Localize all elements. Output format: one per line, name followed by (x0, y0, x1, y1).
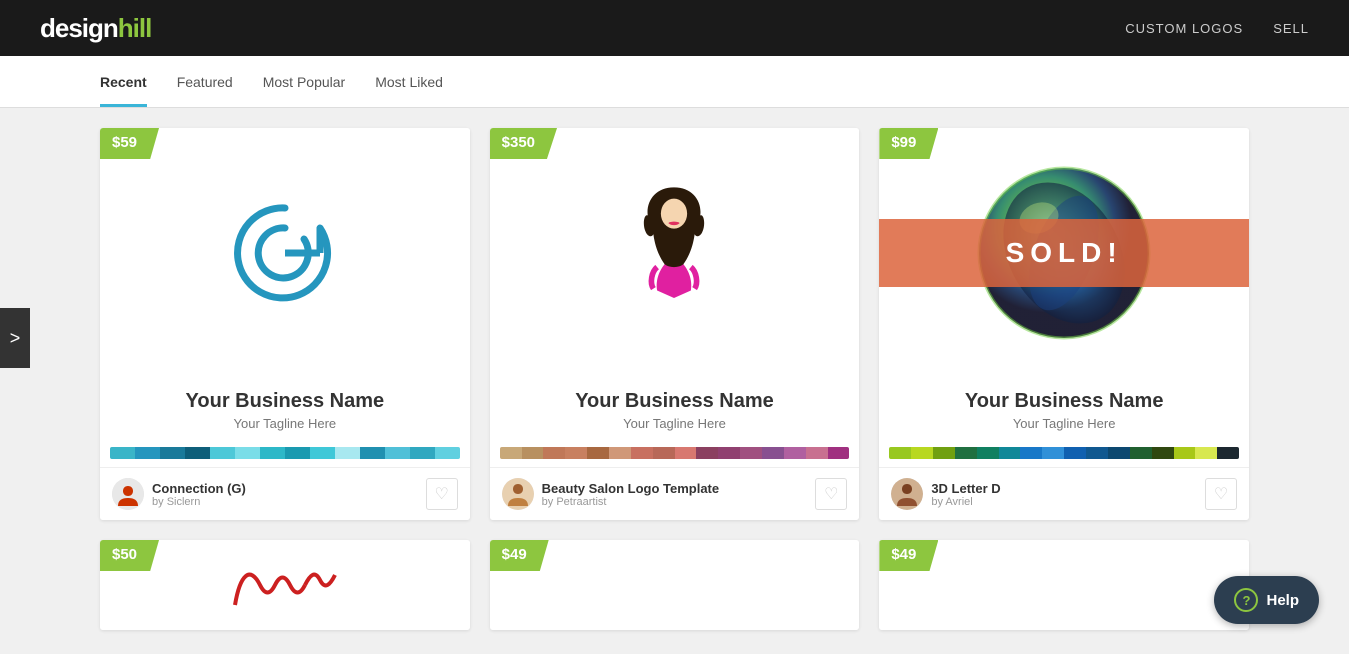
card-image-partial-1 (100, 540, 470, 630)
card-footer-3: 3D Letter D by Avriel ♡ (879, 467, 1249, 520)
business-tagline-3: Your Tagline Here (889, 416, 1239, 431)
header-nav: CUSTOM LOGOS SELL (1125, 21, 1309, 36)
business-tagline-2: Your Tagline Here (500, 416, 850, 431)
card-price-3: $99 (879, 128, 938, 159)
tabs: Recent Featured Most Popular Most Liked (100, 56, 1249, 107)
card-image-partial-3 (879, 540, 1249, 630)
cards-grid-partial: $50 $49 $49 (100, 540, 1249, 630)
card-connection-g: $59 Your Business Name Your Tagline Here (100, 128, 470, 520)
card-partial-1: $50 (100, 540, 470, 630)
business-tagline-1: Your Tagline Here (110, 416, 460, 431)
card-image-2 (490, 128, 860, 378)
beauty-salon-logo (624, 178, 724, 328)
help-icon: ? (1234, 588, 1258, 612)
color-palette-3 (889, 447, 1239, 459)
author-info-1: Connection (G) by Siclern (152, 481, 246, 508)
cards-grid: $59 Your Business Name Your Tagline Here (100, 128, 1249, 520)
card-price-partial-2: $49 (490, 540, 549, 571)
card-partial-2: $49 (490, 540, 860, 630)
nav-custom-logos[interactable]: CUSTOM LOGOS (1125, 21, 1243, 36)
card-price-1: $59 (100, 128, 159, 159)
sold-text: SOLD! (1006, 237, 1123, 268)
logo-title-1: Connection (G) (152, 481, 246, 496)
card-price-partial-1: $50 (100, 540, 159, 571)
color-palette-2 (500, 447, 850, 459)
heart-button-3[interactable]: ♡ (1205, 478, 1237, 510)
business-name-1: Your Business Name (110, 390, 460, 413)
partial-logo-1 (225, 555, 345, 615)
header: designhill CUSTOM LOGOS SELL (0, 0, 1349, 56)
connection-g-logo (225, 193, 345, 313)
logo-design-text: design (40, 13, 118, 44)
card-beauty-salon: $350 Your Business Name (490, 128, 860, 520)
tab-featured[interactable]: Featured (177, 56, 233, 107)
tab-recent[interactable]: Recent (100, 56, 147, 107)
help-button[interactable]: ? Help (1214, 576, 1319, 624)
card-image-1 (100, 128, 470, 378)
nav-sell[interactable]: SELL (1273, 21, 1309, 36)
logo[interactable]: designhill (40, 13, 151, 44)
card-footer-2: Beauty Salon Logo Template by Petraartis… (490, 467, 860, 520)
author-avatar-2 (502, 478, 534, 510)
card-3d-letter-d: $99 (879, 128, 1249, 520)
card-partial-3: $49 (879, 540, 1249, 630)
logo-author-1: by Siclern (152, 496, 246, 508)
author-avatar-3 (891, 478, 923, 510)
card-image-partial-2 (490, 540, 860, 630)
author-info-2: Beauty Salon Logo Template by Petraartis… (542, 481, 719, 508)
prev-arrow[interactable]: > (0, 308, 30, 368)
card-price-partial-3: $49 (879, 540, 938, 571)
logo-hill-text: hill (118, 13, 152, 44)
card-price-2: $350 (490, 128, 557, 159)
tabs-bar: Recent Featured Most Popular Most Liked (0, 56, 1349, 108)
card-image-3: SOLD! (879, 128, 1249, 378)
card-business-2: Your Business Name Your Tagline Here (490, 378, 860, 439)
card-author-1: Connection (G) by Siclern (112, 478, 246, 510)
card-business-3: Your Business Name Your Tagline Here (879, 378, 1249, 439)
logo-author-2: by Petraartist (542, 496, 719, 508)
business-name-3: Your Business Name (889, 390, 1239, 413)
author-avatar-1 (112, 478, 144, 510)
card-footer-1: Connection (G) by Siclern ♡ (100, 467, 470, 520)
card-business-1: Your Business Name Your Tagline Here (100, 378, 470, 439)
main-content: > $59 Your Business Name Your Tagline (0, 108, 1349, 650)
logo-title-3: 3D Letter D (931, 481, 1000, 496)
tab-most-popular[interactable]: Most Popular (263, 56, 345, 107)
tab-most-liked[interactable]: Most Liked (375, 56, 443, 107)
author-info-3: 3D Letter D by Avriel (931, 481, 1000, 508)
logo-title-2: Beauty Salon Logo Template (542, 481, 719, 496)
color-palette-1 (110, 447, 460, 459)
business-name-2: Your Business Name (500, 390, 850, 413)
card-author-2: Beauty Salon Logo Template by Petraartis… (502, 478, 719, 510)
logo-author-3: by Avriel (931, 496, 1000, 508)
heart-button-1[interactable]: ♡ (426, 478, 458, 510)
help-label: Help (1266, 592, 1299, 609)
card-author-3: 3D Letter D by Avriel (891, 478, 1000, 510)
heart-button-2[interactable]: ♡ (815, 478, 847, 510)
sold-overlay: SOLD! (879, 219, 1249, 287)
